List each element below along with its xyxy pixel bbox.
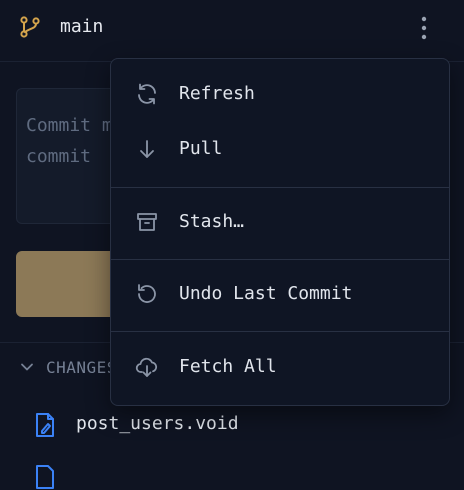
menu-separator [111, 187, 449, 188]
menu-item-undo-last-commit[interactable]: Undo Last Commit [111, 269, 449, 321]
menu-item-label: Fetch All [179, 356, 277, 377]
cloud-download-icon [135, 357, 158, 377]
undo-icon [138, 284, 156, 303]
menu-item-refresh[interactable]: Refresh [111, 69, 449, 121]
commit-message-placeholder: Commit message commit [26, 115, 116, 167]
file-row[interactable]: post_users.void [0, 408, 464, 442]
menu-item-label: Undo Last Commit [179, 283, 353, 304]
arrow-down-icon [140, 140, 154, 158]
scm-actions-menu: Refresh Pull Stash… Undo Last Commit Fet… [110, 58, 450, 406]
file-name: post_users.void [76, 413, 239, 434]
changes-label: CHANGES [46, 358, 117, 377]
refresh-icon [138, 83, 156, 105]
menu-item-fetch-all[interactable]: Fetch All [111, 342, 449, 394]
menu-separator [111, 331, 449, 332]
branch-name[interactable]: main [60, 16, 103, 37]
archive-icon [137, 213, 157, 231]
menu-separator [111, 259, 449, 260]
file-code-icon [36, 413, 54, 437]
menu-item-label: Refresh [179, 83, 255, 104]
chevron-down-icon [21, 363, 33, 371]
menu-item-pull[interactable]: Pull [111, 124, 449, 176]
menu-item-label: Stash… [179, 211, 245, 232]
scm-header: main [0, 0, 464, 62]
more-actions-icon[interactable] [414, 14, 434, 42]
file-code-icon [36, 465, 54, 489]
menu-item-stash[interactable]: Stash… [111, 197, 449, 249]
git-branch-icon [20, 16, 40, 38]
menu-item-label: Pull [179, 138, 223, 159]
